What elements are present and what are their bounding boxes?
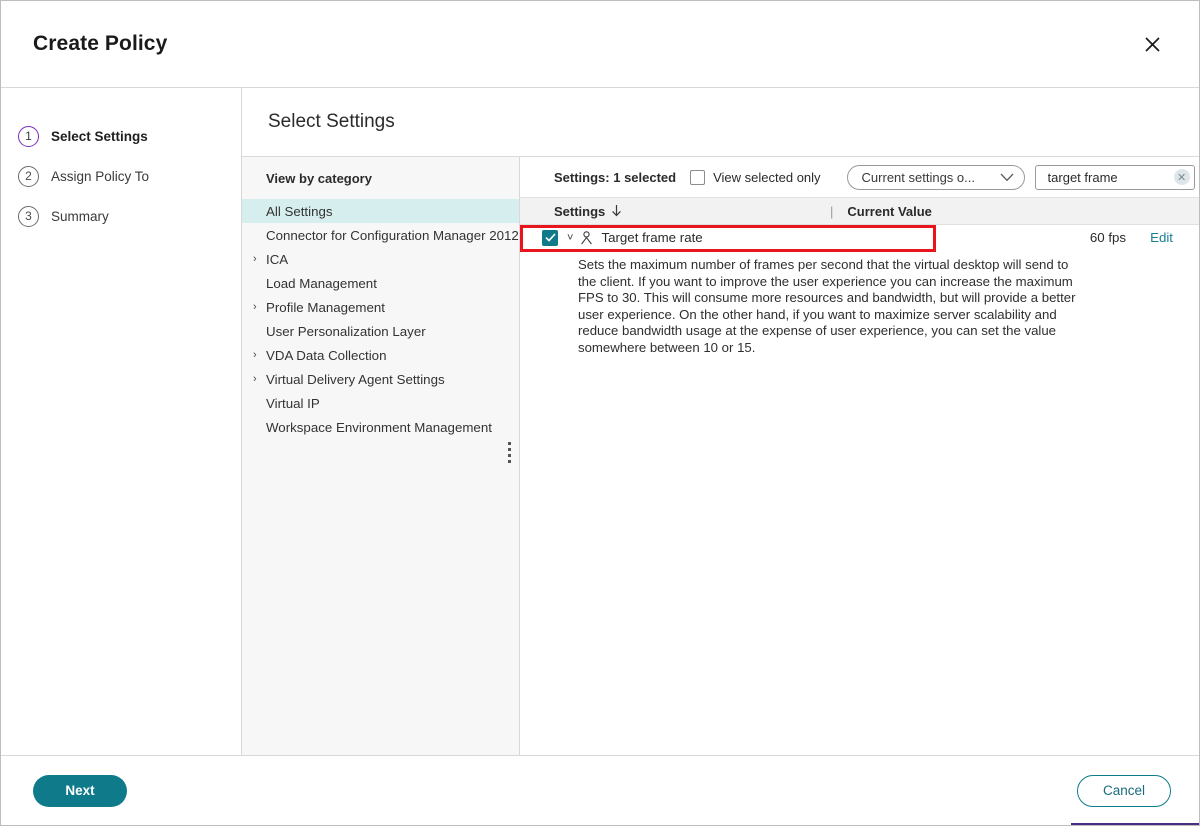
category-label: Profile Management xyxy=(266,299,385,315)
step-number-3: 3 xyxy=(18,205,39,227)
wizard-step-assign-policy-to[interactable]: 2 Assign Policy To xyxy=(1,156,241,196)
chevron-right-icon[interactable]: › xyxy=(253,373,257,385)
dialog-footer: Next Cancel xyxy=(1,755,1199,825)
handle-dot xyxy=(508,454,511,457)
category-item-connector-for-configuration-manager-2012[interactable]: Connector for Configuration Manager 2012 xyxy=(242,223,519,247)
settings-table-header: Settings | Current Value xyxy=(520,198,1199,225)
column-header-settings-label: Settings xyxy=(554,203,606,219)
close-button[interactable] xyxy=(1135,27,1169,61)
step-number-2: 2 xyxy=(18,165,39,187)
search-input[interactable] xyxy=(1045,168,1174,186)
pane-resize-handle[interactable] xyxy=(508,442,512,463)
settings-filter-dropdown[interactable]: Current settings o... xyxy=(846,164,1025,190)
row-expand-chevron-down-icon[interactable]: ˅ xyxy=(567,232,573,244)
category-label: ICA xyxy=(266,251,289,267)
wizard-step-select-settings[interactable]: 1 Select Settings xyxy=(1,116,241,156)
chevron-down-icon xyxy=(1000,173,1014,181)
content-panes: View by category All Settings Connector … xyxy=(242,157,1199,755)
check-icon xyxy=(544,233,556,242)
category-item-user-personalization-layer[interactable]: User Personalization Layer xyxy=(242,319,519,343)
column-header-current-value: Current Value xyxy=(847,203,932,219)
row-setting-name: Target frame rate xyxy=(601,230,703,245)
settings-row-wrapper: ˅ Target frame rate 60 fps Edit Sets the… xyxy=(520,225,1199,367)
chevron-right-icon[interactable]: › xyxy=(253,301,257,313)
page-title: Create Policy xyxy=(33,32,168,55)
step-number-1: 1 xyxy=(18,125,39,147)
row-description: Sets the maximum number of frames per se… xyxy=(578,257,1076,355)
category-item-virtual-ip[interactable]: Virtual IP xyxy=(242,391,519,415)
category-item-profile-management[interactable]: › Profile Management xyxy=(242,295,519,319)
step-label-3: Summary xyxy=(51,208,109,224)
cancel-button[interactable]: Cancel xyxy=(1077,774,1171,807)
row-checkbox[interactable] xyxy=(542,229,558,246)
category-pane: View by category All Settings Connector … xyxy=(242,157,520,755)
wizard-step-summary[interactable]: 3 Summary xyxy=(1,196,241,236)
column-header-settings[interactable]: Settings xyxy=(554,204,830,219)
settings-filter-value: Current settings o... xyxy=(861,169,975,185)
main-pane: Select Settings View by category All Set… xyxy=(242,88,1199,755)
handle-dot xyxy=(508,442,511,445)
step-label-1: Select Settings xyxy=(51,128,148,144)
create-policy-dialog: Create Policy 1 Select Settings 2 Assign… xyxy=(0,0,1200,826)
step-label-2: Assign Policy To xyxy=(51,168,150,184)
wizard-steps: 1 Select Settings 2 Assign Policy To 3 S… xyxy=(1,88,242,755)
dialog-body: 1 Select Settings 2 Assign Policy To 3 S… xyxy=(1,88,1199,755)
category-item-load-management[interactable]: Load Management xyxy=(242,271,519,295)
row-current-value: 60 fps xyxy=(1089,230,1127,245)
view-selected-only-label: View selected only xyxy=(713,169,821,185)
chevron-right-icon[interactable]: › xyxy=(253,253,257,265)
category-list: All Settings Connector for Configuration… xyxy=(242,199,519,439)
category-label: All Settings xyxy=(266,203,333,219)
category-item-virtual-delivery-agent-settings[interactable]: › Virtual Delivery Agent Settings xyxy=(242,367,519,391)
category-label: Workspace Environment Management xyxy=(266,419,492,435)
category-label: Connector for Configuration Manager 2012 xyxy=(266,227,519,243)
clear-search-icon[interactable]: ✕ xyxy=(1173,169,1190,185)
category-pane-title: View by category xyxy=(266,171,372,186)
chevron-right-icon[interactable]: › xyxy=(253,349,257,361)
handle-dot xyxy=(508,460,511,463)
category-label: Virtual IP xyxy=(266,395,320,411)
close-icon xyxy=(1144,36,1160,52)
handle-dot xyxy=(508,448,511,451)
next-button[interactable]: Next xyxy=(33,774,127,807)
category-label: VDA Data Collection xyxy=(266,347,387,363)
category-item-ica[interactable]: › ICA xyxy=(242,247,519,271)
column-separator: | xyxy=(830,203,834,219)
selected-count-label: Settings: 1 selected xyxy=(554,169,677,185)
category-item-all-settings[interactable]: All Settings xyxy=(242,199,519,223)
arrow-down-icon xyxy=(612,205,622,217)
row-edit-link[interactable]: Edit xyxy=(1150,230,1199,245)
table-row[interactable]: ˅ Target frame rate 60 fps Edit xyxy=(520,225,1199,252)
settings-search-box[interactable]: ✕ xyxy=(1034,164,1195,190)
dialog-titlebar: Create Policy xyxy=(1,1,1199,88)
category-label: Load Management xyxy=(266,275,377,291)
category-item-workspace-environment-management[interactable]: Workspace Environment Management xyxy=(242,415,519,439)
view-selected-only-checkbox[interactable] xyxy=(690,169,706,185)
settings-toolbar: Settings: 1 selected View selected only … xyxy=(520,157,1199,198)
main-heading-bar: Select Settings xyxy=(242,88,1199,157)
category-item-vda-data-collection[interactable]: › VDA Data Collection xyxy=(242,343,519,367)
category-label: Virtual Delivery Agent Settings xyxy=(266,371,445,387)
user-icon xyxy=(580,230,593,245)
main-heading: Select Settings xyxy=(268,111,395,132)
settings-pane: Settings: 1 selected View selected only … xyxy=(520,157,1199,755)
settings-rows: ˅ Target frame rate 60 fps Edit Sets the… xyxy=(520,225,1199,755)
category-label: User Personalization Layer xyxy=(266,323,426,339)
